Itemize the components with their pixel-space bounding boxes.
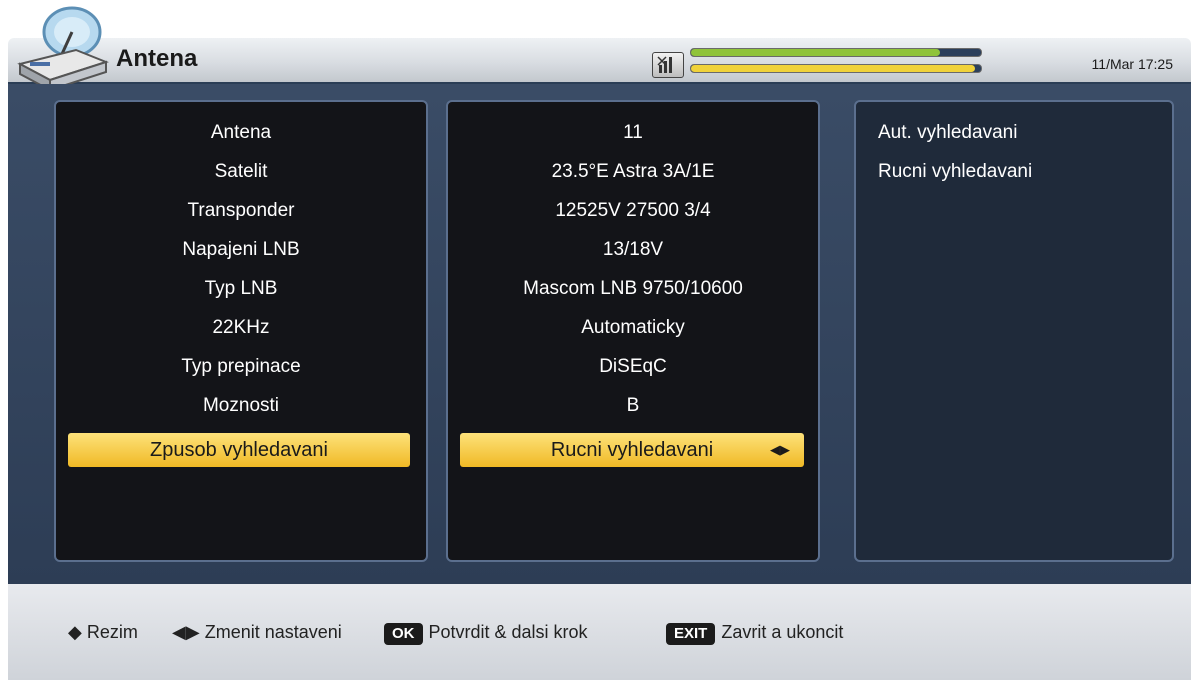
signal-quality-fill (691, 65, 976, 72)
setting-value-moznosti[interactable]: B (448, 389, 818, 423)
hint-ok-label: Potvrdit & dalsi krok (428, 622, 588, 642)
setting-value-transponder[interactable]: 12525V 27500 3/4 (448, 194, 818, 228)
setting-label-transponder[interactable]: Transponder (56, 194, 426, 228)
option-rucni-vyhledavani[interactable]: Rucni vyhledavani (856, 155, 1172, 189)
setting-value-typ-prepinace[interactable]: DiSEqC (448, 350, 818, 384)
satellite-dish-icon (17, 6, 109, 92)
setting-label-22khz[interactable]: 22KHz (56, 311, 426, 345)
signal-strength-bar (690, 48, 982, 57)
setting-value-napajeni-lnb[interactable]: 13/18V (448, 233, 818, 267)
clock: 11/Mar 17:25 (1091, 56, 1173, 72)
setting-label-satelit[interactable]: Satelit (56, 155, 426, 189)
hint-mode-label: Rezim (86, 622, 138, 642)
hint-exit: EXIT Zavrit a ukoncit (666, 620, 843, 645)
setting-label-typ-prepinace[interactable]: Typ prepinace (56, 350, 426, 384)
options-panel: Aut. vyhledavani Rucni vyhledavani (854, 100, 1174, 562)
setting-label-zpusob-vyhledavani[interactable]: Zpusob vyhledavani (68, 433, 410, 467)
signal-strength-fill (691, 49, 941, 56)
setting-value-typ-lnb[interactable]: Mascom LNB 9750/10600 (448, 272, 818, 306)
signal-quality-bar (690, 64, 982, 73)
hint-mode: ◆ Rezim (68, 620, 138, 644)
left-right-arrows-icon: ◀▶ (770, 442, 790, 457)
setting-label-typ-lnb[interactable]: Typ LNB (56, 272, 426, 306)
up-down-arrows-icon: ◆ (68, 622, 82, 642)
hint-ok: OK Potvrdit & dalsi krok (384, 620, 588, 645)
setting-value-22khz[interactable]: Automaticky (448, 311, 818, 345)
hint-exit-label: Zavrit a ukoncit (721, 622, 844, 642)
setting-value-antena[interactable]: 11 (448, 116, 818, 150)
hint-change: ◀▶ Zmenit nastaveni (172, 620, 342, 644)
setting-value-zpusob-vyhledavani-text: Rucni vyhledavani (550, 439, 714, 461)
hint-change-label: Zmenit nastaveni (204, 622, 342, 642)
setting-label-napajeni-lnb[interactable]: Napajeni LNB (56, 233, 426, 267)
option-aut-vyhledavani[interactable]: Aut. vyhledavani (856, 116, 1172, 150)
setting-label-antena[interactable]: Antena (56, 116, 426, 150)
page-title: Antena (116, 45, 198, 72)
setting-value-zpusob-vyhledavani[interactable]: Rucni vyhledavani ◀▶ (460, 433, 804, 467)
setting-value-satelit[interactable]: 23.5°E Astra 3A/1E (448, 155, 818, 189)
ok-key-badge: OK (384, 623, 423, 645)
left-right-arrows-icon: ◀▶ (172, 622, 200, 642)
exit-key-badge: EXIT (666, 623, 716, 645)
settings-values-panel: 11 23.5°E Astra 3A/1E 12525V 27500 3/4 1… (446, 100, 820, 562)
signal-icon (652, 52, 684, 78)
settings-labels-panel: Antena Satelit Transponder Napajeni LNB … (54, 100, 428, 562)
setting-label-moznosti[interactable]: Moznosti (56, 389, 426, 423)
